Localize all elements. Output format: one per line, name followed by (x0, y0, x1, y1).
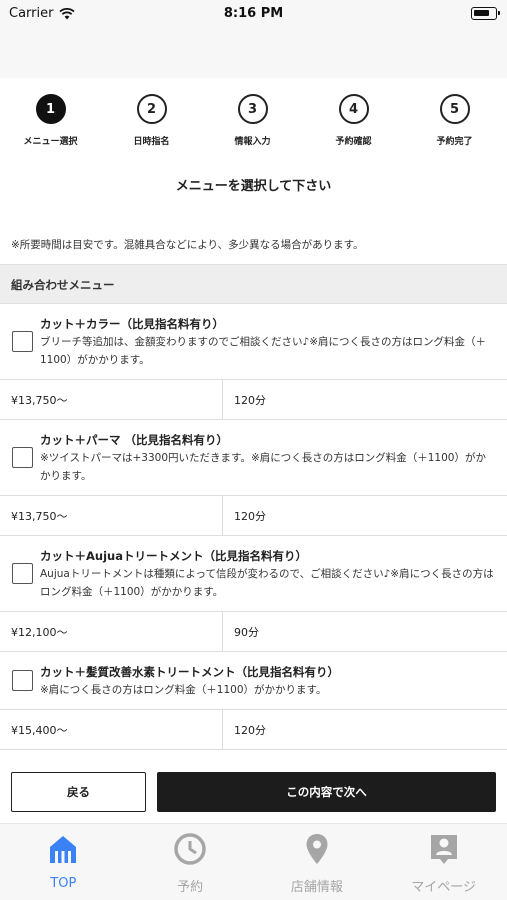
menu-item[interactable]: カット＋髪質改善水素トリートメント（比見指名料有り） ※肩につく長さの方はロング… (0, 652, 507, 750)
menu-price: ¥13,750〜 (0, 380, 223, 419)
menu-name: カット＋パーマ （比見指名料有り） (40, 433, 229, 447)
tab-bar: TOP 予約 店舗情報 マイページ (0, 823, 507, 900)
menu-item[interactable]: カット＋Aujuaトリートメント（比見指名料有り） Aujuaトリートメントは種… (0, 536, 507, 652)
menu-list[interactable]: カット＋カラー（比見指名料有り） ブリーチ等追加は、金額変わりますのでご相談くだ… (0, 304, 507, 758)
tab-label: 予約 (177, 880, 204, 895)
step-info-input: 3 情報入力 (202, 94, 303, 147)
clock-icon (174, 833, 206, 865)
back-button[interactable]: 戻る (11, 772, 146, 812)
step-number: 2 (136, 94, 167, 124)
tab-label: 店舗情報 (290, 880, 343, 895)
step-label: 予約完了 (436, 137, 473, 147)
menu-meta: ¥12,100〜 90分 (0, 611, 507, 651)
menu-name: カット＋髪質改善水素トリートメント（比見指名料有り） (40, 665, 339, 679)
tab-label: マイページ (411, 880, 476, 895)
menu-item[interactable]: カット＋カラー（比見指名料有り） ブリーチ等追加は、金額変わりますのでご相談くだ… (0, 304, 507, 420)
menu-meta: ¥13,750〜 120分 (0, 379, 507, 419)
step-label: 日時指名 (133, 137, 170, 147)
menu-item[interactable]: カット＋パーマ （比見指名料有り） ※ツイストパーマは+3300円いただきます。… (0, 420, 507, 536)
tab-reservation[interactable]: 予約 (127, 824, 254, 900)
menu-note: ※肩につく長さの方はロング料金（＋1100）がかかります。 (40, 684, 327, 696)
step-datetime: 2 日時指名 (101, 94, 202, 147)
location-pin-icon (306, 834, 328, 864)
step-number: 4 (338, 94, 369, 124)
menu-duration: 120分 (234, 510, 266, 523)
menu-duration: 120分 (234, 724, 266, 737)
step-number: 3 (237, 94, 268, 124)
section-title: 組み合わせメニュー (11, 278, 115, 292)
home-icon (50, 836, 77, 863)
menu-checkbox[interactable] (12, 670, 33, 691)
status-bar: Carrier 8:16 PM (0, 0, 507, 30)
menu-duration: 90分 (234, 626, 259, 639)
menu-note: ブリーチ等追加は、金額変わりますのでご相談ください♪※肩につく長さの方はロング料… (40, 336, 486, 366)
menu-price: ¥15,400〜 (0, 710, 223, 749)
section-header: 組み合わせメニュー (0, 264, 507, 304)
account-icon (430, 835, 457, 864)
menu-meta: ¥15,400〜 120分 (0, 709, 507, 749)
menu-name: カット＋Aujuaトリートメント（比見指名料有り） (40, 549, 307, 563)
menu-note: ※ツイストパーマは+3300円いただきます。※肩につく長さの方はロング料金（＋1… (40, 452, 486, 482)
tab-mypage[interactable]: マイページ (380, 824, 507, 900)
menu-price: ¥12,100〜 (0, 612, 223, 651)
step-number: 1 (35, 94, 66, 124)
menu-checkbox[interactable] (12, 563, 33, 584)
step-menu-select: 1 メニュー選択 (0, 94, 101, 147)
step-label: 情報入力 (234, 137, 271, 147)
status-time: 8:16 PM (223, 6, 284, 21)
battery-icon (471, 7, 500, 20)
menu-name: カット＋カラー（比見指名料有り） (40, 317, 224, 331)
menu-price: ¥13,750〜 (0, 496, 223, 535)
menu-checkbox[interactable] (12, 447, 33, 468)
page-title: メニューを選択して下さい (175, 179, 332, 194)
tab-top[interactable]: TOP (0, 824, 127, 900)
step-label: メニュー選択 (23, 137, 78, 147)
duration-notice: ※所要時間は目安です。混雑具合などにより、多少異なる場合があります。 (11, 239, 364, 251)
menu-checkbox[interactable] (12, 331, 33, 352)
step-confirm: 4 予約確認 (303, 94, 404, 147)
tab-label: TOP (50, 876, 77, 891)
next-button[interactable]: この内容で次へ (157, 772, 496, 812)
menu-duration: 120分 (234, 394, 266, 407)
tab-store-info[interactable]: 店舗情報 (254, 824, 381, 900)
menu-note: Aujuaトリートメントは種類によって信段が変わるので、ご相談ください♪※肩につ… (40, 568, 494, 598)
step-complete: 5 予約完了 (404, 94, 505, 147)
step-label: 予約確認 (335, 137, 372, 147)
progress-stepper: 1 メニュー選択 2 日時指名 3 情報入力 4 予約確認 5 予約完了 (0, 94, 507, 156)
step-number: 5 (439, 94, 470, 124)
navigation-bar (0, 30, 507, 78)
menu-meta: ¥13,750〜 120分 (0, 495, 507, 535)
